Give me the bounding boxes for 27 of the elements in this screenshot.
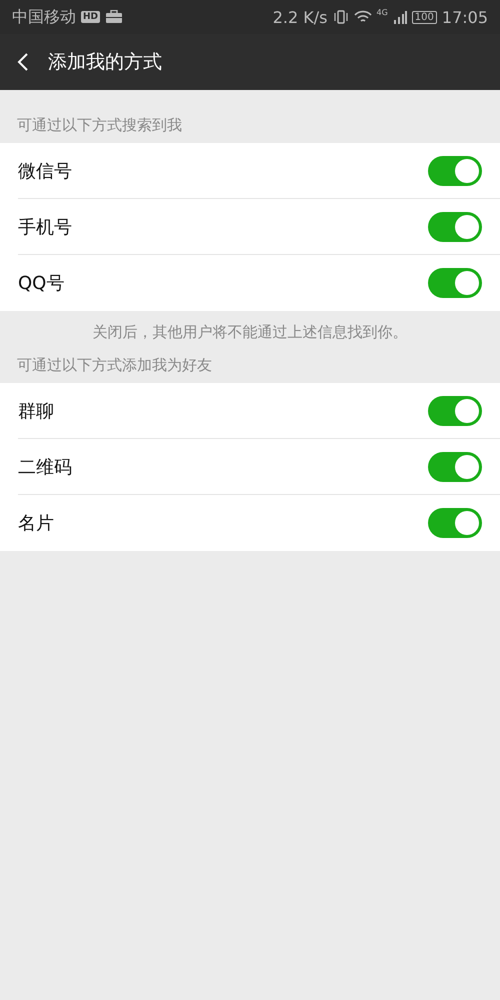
setting-label: 微信号 [18, 160, 72, 182]
vibrate-icon [332, 9, 348, 25]
hd-badge: HD [81, 11, 100, 23]
signal-icon [392, 10, 407, 24]
toggle-switch[interactable] [428, 452, 482, 482]
network-speed: 2.2 K/s [272, 8, 328, 26]
hint-text: 关闭后，其他用户将不能通过上述信息找到你。 [92, 322, 408, 342]
setting-label: 二维码 [18, 456, 72, 478]
toggle-switch[interactable] [428, 268, 482, 298]
setting-label: 名片 [18, 512, 54, 535]
setting-label: 手机号 [18, 216, 72, 238]
network-type: 4G [376, 8, 388, 17]
toggle-switch[interactable] [428, 508, 482, 538]
back-icon[interactable] [16, 52, 30, 72]
carrier-name: 中国移动 [12, 6, 76, 28]
battery-level: 100 [412, 10, 437, 24]
section-header: 可通过以下方式搜索到我 [17, 116, 182, 135]
briefcase-icon [105, 10, 124, 24]
clock: 17:05 [442, 8, 488, 26]
toggle-switch[interactable] [428, 212, 482, 242]
setting-label: 群聊 [18, 400, 54, 422]
toggle-switch[interactable] [428, 156, 482, 186]
page-title: 添加我的方式 [48, 50, 162, 75]
toggle-switch[interactable] [428, 396, 482, 426]
section-header: 可通过以下方式添加我为好友 [17, 356, 212, 375]
setting-label: QQ号 [18, 272, 64, 295]
wifi-icon [354, 10, 372, 24]
